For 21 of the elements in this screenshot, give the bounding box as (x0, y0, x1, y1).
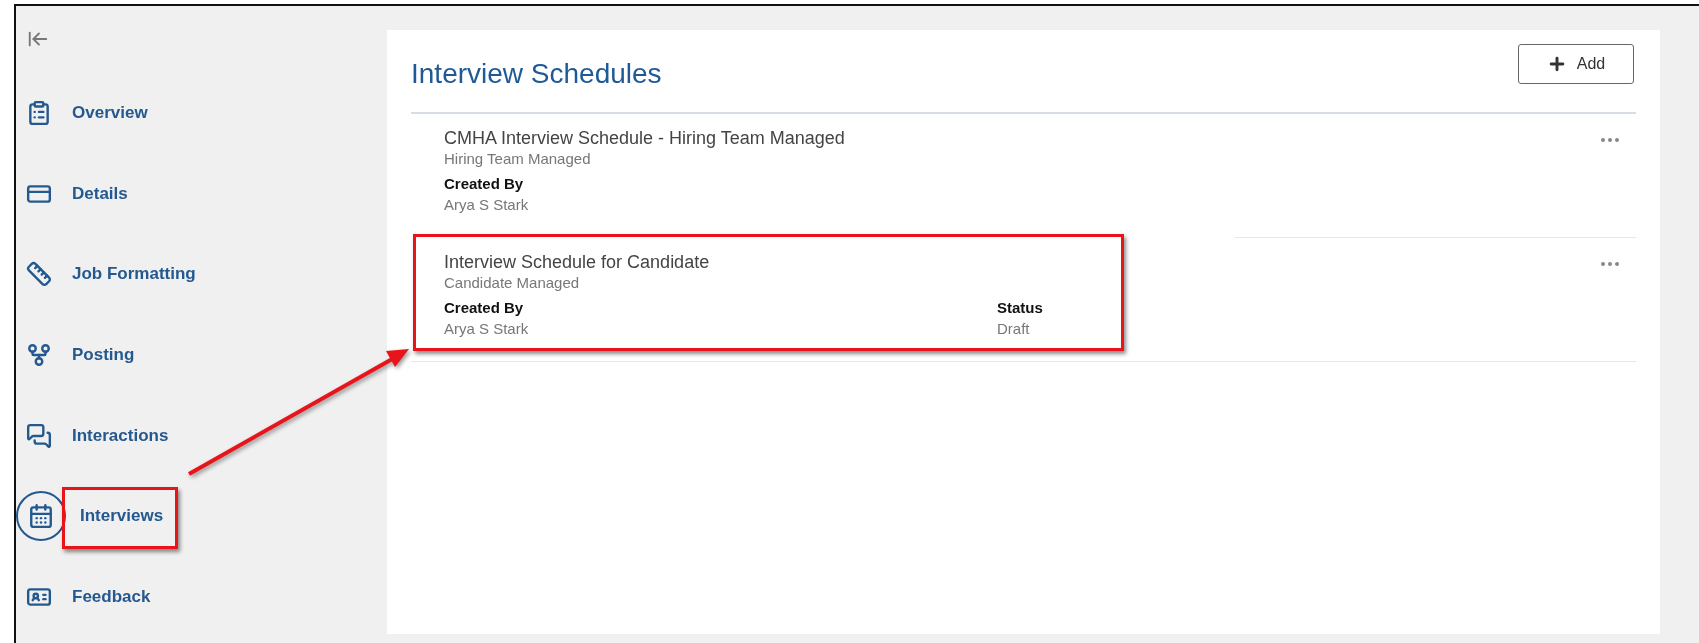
field-value: Arya S Stark (444, 320, 529, 337)
chat-icon[interactable] (25, 421, 53, 450)
nav-link[interactable]: Interviews (80, 506, 164, 527)
schedule-type: Hiring Team Managed (444, 150, 592, 167)
nav-link[interactable]: Job Formatting (72, 264, 196, 285)
nav-link[interactable]: Overview (72, 103, 148, 124)
field-label: Created By (444, 299, 524, 316)
add-button[interactable]: Add (1518, 44, 1634, 84)
page-title: Interview Schedules (411, 58, 662, 90)
schedule-type: Candidate Managed (444, 274, 581, 291)
schedule-title[interactable]: CMHA Interview Schedule - Hiring Team Managed (444, 128, 1636, 149)
field-label: Status (997, 299, 1043, 316)
nav-link[interactable]: Feedback (72, 586, 151, 607)
nav-link[interactable]: Details (72, 183, 128, 204)
ruler-icon[interactable] (25, 260, 53, 289)
nav-link[interactable]: Interactions (72, 425, 169, 446)
nav-link[interactable]: Posting (72, 345, 135, 366)
schedule-title[interactable]: Interview Schedule for Candidate (444, 252, 1636, 273)
field-label: Created By (444, 175, 524, 192)
field-value: Arya S Stark (444, 196, 529, 213)
field-value: Draft (997, 320, 1030, 337)
